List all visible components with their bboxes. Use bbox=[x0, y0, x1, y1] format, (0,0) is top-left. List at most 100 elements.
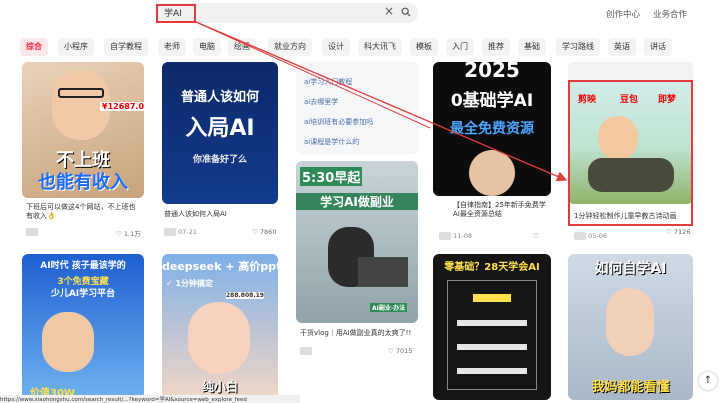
overlay-title: 零基础？28天学会AI bbox=[444, 262, 540, 273]
overlay-title: 0基础学AI bbox=[450, 91, 534, 111]
note-card[interactable]: 普通人该如何 入局AI 你准备好了么 普通人该如何入局AI 07-21 ♡ 78… bbox=[162, 62, 278, 242]
overlay-subtitle: 最全免费资源 bbox=[450, 121, 534, 137]
page: 学AI × 创作中心 业务合作 综合 小程序 自学教程 老师 电脑 绘画 就业方… bbox=[0, 0, 720, 403]
like-count-value: 7126 bbox=[673, 228, 691, 236]
avatar[interactable] bbox=[164, 228, 176, 236]
mindmap-node bbox=[473, 294, 511, 302]
mindmap-node bbox=[457, 320, 527, 326]
like-count-value: 7015 bbox=[395, 347, 413, 355]
note-caption[interactable]: 普通人该如何入局AI bbox=[164, 210, 276, 219]
author-info[interactable]: 07-21 bbox=[164, 228, 197, 236]
related-search-link[interactable]: ai去哪里学 bbox=[304, 98, 338, 107]
author-date: 05-06 bbox=[588, 232, 607, 240]
author-info[interactable] bbox=[26, 228, 38, 236]
child-figure bbox=[42, 312, 94, 372]
tab-iflytek[interactable]: 科大讯飞 bbox=[358, 38, 402, 56]
tab-computer[interactable]: 电脑 bbox=[193, 38, 221, 56]
tab-career[interactable]: 就业方向 bbox=[268, 38, 312, 56]
like-count-value: 1.1万 bbox=[123, 230, 141, 238]
overlay-title: deepseek + 高价ppt bbox=[162, 260, 278, 273]
author-date: 11-08 bbox=[453, 232, 472, 240]
creator-center-link[interactable]: 创作中心 bbox=[606, 8, 640, 20]
overlay-price: 288.808.19 bbox=[226, 292, 264, 299]
note-thumbnail[interactable]: 零基础？28天学会AI bbox=[433, 254, 551, 400]
tab-design[interactable]: 设计 bbox=[322, 38, 350, 56]
avatar[interactable] bbox=[300, 347, 312, 355]
related-searches-card: ai学习入门教程 ai去哪里学 ai培训班有必要参加吗 ai课程是学什么的 bbox=[296, 62, 418, 154]
overlay-bottom: 纯小白 bbox=[201, 380, 238, 394]
note-card[interactable]: AI时代 孩子最该学的 3个免费宝藏 少儿AI学习平台 价值30W bbox=[22, 254, 144, 400]
note-caption[interactable]: 干货vlog｜用AI做副业真的太爽了!! bbox=[300, 329, 416, 338]
note-thumbnail[interactable]: ¥12687.00 不上班 也能有收入 bbox=[22, 62, 144, 198]
overlay-year: 2025 bbox=[464, 62, 520, 82]
tab-template[interactable]: 模板 bbox=[410, 38, 438, 56]
overlay-title: 学习AI做副业 bbox=[296, 193, 418, 210]
tab-recommend[interactable]: 推荐 bbox=[482, 38, 510, 56]
author-info[interactable]: 11-08 bbox=[439, 232, 472, 240]
tab-teacher[interactable]: 老师 bbox=[158, 38, 186, 56]
like-count[interactable]: ♡ 7860 bbox=[252, 228, 276, 236]
tab-speech[interactable]: 讲话 bbox=[644, 38, 672, 56]
tab-self-study[interactable]: 自学教程 bbox=[104, 38, 148, 56]
like-count-value: 7860 bbox=[259, 228, 277, 236]
avatar[interactable] bbox=[574, 232, 586, 240]
like-count[interactable]: ♡ bbox=[533, 232, 539, 240]
highlighted-card-outline bbox=[568, 80, 693, 226]
overlay-tagline: 少儿AI学习平台 bbox=[50, 289, 116, 299]
close-icon[interactable]: × bbox=[384, 4, 394, 18]
tab-basics[interactable]: 基础 bbox=[518, 38, 546, 56]
note-thumbnail[interactable]: deepseek + 高价ppt ✓ 1分钟搞定 288.808.19 纯小白 bbox=[162, 254, 278, 400]
like-count[interactable]: ♡ 7126 bbox=[666, 228, 690, 236]
cartoon-girl bbox=[188, 302, 250, 374]
tab-learning-path[interactable]: 学习路线 bbox=[556, 38, 600, 56]
note-card[interactable]: 零基础？28天学会AI bbox=[433, 254, 551, 400]
note-card[interactable]: 2025 0基础学AI 最全免费资源 【自律指南】25年新手免费学AI最全资源总… bbox=[433, 62, 551, 242]
related-search-link[interactable]: ai培训班有必要参加吗 bbox=[304, 118, 373, 127]
mindmap-node bbox=[457, 368, 527, 374]
note-thumbnail[interactable]: 普通人该如何 入局AI 你准备好了么 bbox=[162, 62, 278, 204]
overlay-subtitle: 入局AI bbox=[185, 116, 255, 141]
business-link[interactable]: 业务合作 bbox=[653, 8, 687, 20]
note-card[interactable]: 如何自学AI 我妈都能看懂 bbox=[568, 254, 693, 400]
note-thumbnail[interactable]: 2025 0基础学AI 最全免费资源 bbox=[433, 62, 551, 196]
tab-mini-program[interactable]: 小程序 bbox=[58, 38, 94, 56]
like-count[interactable]: ♡ 1.1万 bbox=[116, 228, 141, 238]
overlay-tagline: 你准备好了么 bbox=[192, 155, 247, 165]
note-caption[interactable]: 【自律指南】25年新手免费学AI最全资源总结 bbox=[453, 201, 549, 219]
overlay-bottom: 我妈都能看懂 bbox=[591, 380, 670, 395]
glasses-shape bbox=[58, 88, 104, 98]
overlay-subtitle: 也能有收入 bbox=[38, 172, 128, 193]
avatar[interactable] bbox=[26, 228, 38, 236]
note-card[interactable]: ¥12687.00 不上班 也能有收入 下班后可以做这4个网站，不上班也有收入👌… bbox=[22, 62, 144, 242]
note-card[interactable]: 5:30早起 学习AI做副业 AI副业·办法 干货vlog｜用AI做副业真的太爽… bbox=[296, 161, 418, 361]
tab-english[interactable]: 英语 bbox=[608, 38, 636, 56]
overlay-title: 普通人该如何 bbox=[180, 90, 259, 105]
overlay-badge: AI副业·办法 bbox=[370, 303, 408, 312]
avatar[interactable] bbox=[439, 232, 451, 240]
overlay-time: 5:30早起 bbox=[300, 167, 363, 186]
price-label: ¥12687.00 bbox=[100, 102, 144, 111]
search-query-highlight bbox=[156, 4, 196, 23]
related-search-link[interactable]: ai学习入门教程 bbox=[304, 78, 352, 87]
overlay-subtitle: ✓ 1分钟搞定 bbox=[166, 279, 214, 288]
note-card[interactable]: deepseek + 高价ppt ✓ 1分钟搞定 288.808.19 纯小白 bbox=[162, 254, 278, 400]
search-icon[interactable] bbox=[401, 7, 411, 17]
tab-all[interactable]: 综合 bbox=[20, 38, 48, 56]
overlay-title: 如何自学AI bbox=[594, 261, 667, 277]
related-search-link[interactable]: ai课程是学什么的 bbox=[304, 138, 359, 147]
mindmap-node bbox=[457, 344, 527, 350]
like-count[interactable]: ♡ 7015 bbox=[388, 347, 412, 355]
author-info[interactable]: 05-06 bbox=[574, 232, 607, 240]
tab-drawing[interactable]: 绘画 bbox=[228, 38, 256, 56]
note-thumbnail[interactable]: AI时代 孩子最该学的 3个免费宝藏 少儿AI学习平台 价值30W bbox=[22, 254, 144, 400]
top-bar: 学AI × 创作中心 业务合作 bbox=[0, 0, 720, 30]
author-info[interactable] bbox=[300, 347, 312, 355]
app-icons-strip bbox=[568, 62, 693, 80]
back-to-top-button[interactable]: ↑ bbox=[699, 372, 717, 390]
status-bar-url: https://www.xiaohongshu.com/search_resul… bbox=[0, 395, 300, 403]
note-thumbnail[interactable]: 5:30早起 学习AI做副业 AI副业·办法 bbox=[296, 161, 418, 323]
monitor-shape bbox=[358, 257, 408, 287]
tab-beginner[interactable]: 入门 bbox=[446, 38, 474, 56]
note-thumbnail[interactable]: 如何自学AI 我妈都能看懂 bbox=[568, 254, 693, 400]
note-caption[interactable]: 下班后可以做这4个网站，不上班也有收入👌 bbox=[26, 203, 142, 221]
